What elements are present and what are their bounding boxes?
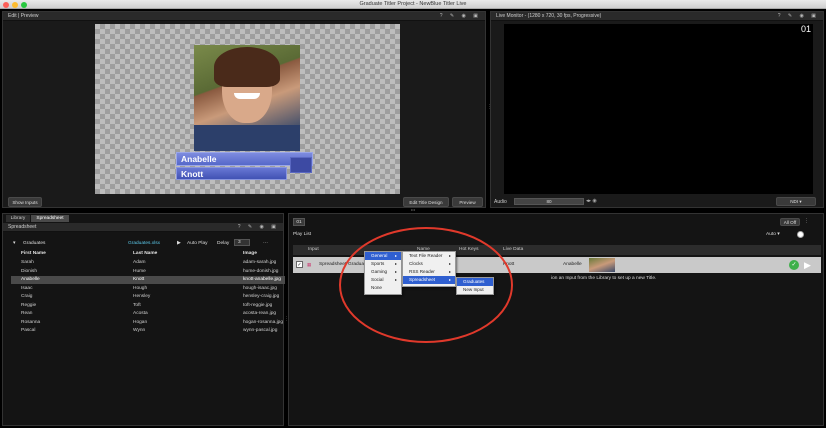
lower-third-accent-block [290,157,312,173]
input-icon: ▦ [307,262,312,267]
record-toggle[interactable] [797,231,804,238]
menu-item-general[interactable]: General ▸ [365,252,401,260]
lower-third-last-name: Knott [176,167,287,180]
window-title: Graduate Titler Project - NewBlue Titler… [359,1,467,7]
live-monitor-header: Live Monitor - (1280 x 720, 30 fps, Prog… [491,12,823,21]
submenu-item-text-file-reader[interactable]: Text File Reader ▸ [403,252,455,260]
preview-button[interactable]: Preview [452,197,483,207]
delay-label: Delay [217,241,230,246]
delay-field[interactable]: 3 [234,239,250,246]
audio-level-field[interactable]: 80 [514,198,584,205]
menu-item-none[interactable]: None [365,284,401,292]
sheet-expand-icon[interactable]: ▾ [13,241,15,246]
spreadsheet-column-headers: First Name Last Name Image [21,251,257,256]
tab-library[interactable]: Library [6,215,30,222]
spreadsheet-submenu: Graduates New Input [456,277,494,295]
sheet-file-link[interactable]: Graduates.xlsx [128,241,160,246]
edit-preview-panel: Edit | Preview ? ✎ ◉ ▣ Anabelle Knott Sh… [2,11,486,208]
graduate-photo [194,45,300,151]
menu-item-gaming[interactable]: Gaming ▸ [365,268,401,276]
live-toolbar-icons[interactable]: ? ✎ ◉ ▣ [778,12,819,21]
submenu-item-clocks[interactable]: Clocks ▸ [403,260,455,268]
playlist-menu-icon[interactable]: ⋮ [804,218,809,224]
playlist-panel: 01 All Off ⋮ Play List Auto ▾ Input Name… [288,213,824,426]
library-panel: Library Spreadsheet Spreadsheet ? ✎ ◉ ▣ … [2,213,285,426]
edit-preview-header: Edit | Preview [3,12,485,21]
table-row[interactable]: Sarah Adam adam-sarah.jpg [11,259,285,267]
menu-item-sports[interactable]: Sports ▸ [365,260,401,268]
table-row[interactable]: Craig Hensley hensley-craig.jpg [11,293,285,301]
playlist-header: Play List [293,232,312,237]
panel-toolbar-icons[interactable]: ? ✎ ◉ ▣ [440,12,481,21]
row-checkbox[interactable]: ✓ [296,261,303,268]
menu-item-social[interactable]: Social ▸ [365,276,401,284]
preview-canvas[interactable]: Anabelle Knott [95,24,400,194]
row-thumbnail [589,258,615,272]
spreadsheet-toolbar-icons[interactable]: ? ✎ ◉ ▣ [238,223,279,232]
auto-play-icon[interactable]: ▶ [177,240,181,246]
all-off-button[interactable]: All Off [780,218,800,226]
table-row[interactable]: Reggie Toft toft-reggie.jpg [11,302,285,310]
edit-title-design-button[interactable]: Edit Title Design [403,197,449,207]
sheet-name: Graduates [23,241,46,246]
submenu-item-graduates[interactable]: Graduates [457,278,493,286]
table-row[interactable]: Dionish Hume hume-donish.jpg [11,268,285,276]
audio-label: Audio [494,199,507,205]
window-titlebar: Graduate Titler Project - NewBlue Titler… [0,0,826,9]
play-button-icon[interactable]: ▶ [804,260,811,270]
table-row[interactable]: Rosanna Hogan hogan-rosanna.jpg [11,319,285,327]
show-inputs-button[interactable]: Show Inputs [8,197,42,207]
channel-number: 01 [800,24,811,34]
playlist-hint-text: ion an Input from the Library to set up … [551,276,657,281]
submenu-item-new-input[interactable]: New Input [457,286,493,294]
table-row[interactable]: Rean Acosta acosta-rean.jpg [11,310,285,318]
table-row-selected[interactable]: Anabelle Knott knott-anabelle.jpg [11,276,285,285]
library-splitter-handle[interactable]: ⋮ [284,316,289,322]
submenu-item-rss-reader[interactable]: RSS Reader ▸ [403,268,455,276]
auto-dropdown[interactable]: Auto ▾ [766,232,780,237]
table-row[interactable]: Pascal Wynn wynn-pascal.jpg [11,327,285,335]
tab-playlist-01[interactable]: 01 [293,218,305,226]
table-row[interactable]: Isaac Hough hough-isaac.jpg [11,285,285,293]
context-menu: General ▸ Sports ▸ Gaming ▸ Social ▸ None [364,251,402,295]
submenu-item-spreadsheet[interactable]: Spreadsheet ▸ [403,276,455,284]
live-monitor-panel: Live Monitor - (1280 x 720, 30 fps, Prog… [490,11,824,208]
tab-spreadsheet[interactable]: Spreadsheet [31,215,69,222]
audio-arrows-icon[interactable]: ◂▸ ◉ [586,198,597,204]
auto-play-label: Auto Play [187,241,208,246]
live-status-icon[interactable]: ✓ [789,260,799,270]
horizontal-splitter-handle[interactable]: ••• [408,208,418,212]
live-monitor-screen: 01 [504,24,813,194]
ndi-dropdown[interactable]: NDI ▾ [776,197,816,206]
sheet-more-icon[interactable]: ⋯ [263,240,268,246]
general-submenu: Text File Reader ▸ Clocks ▸ RSS Reader ▸ Sp… [402,251,456,287]
vertical-splitter-handle[interactable]: ⋮ [487,105,492,112]
